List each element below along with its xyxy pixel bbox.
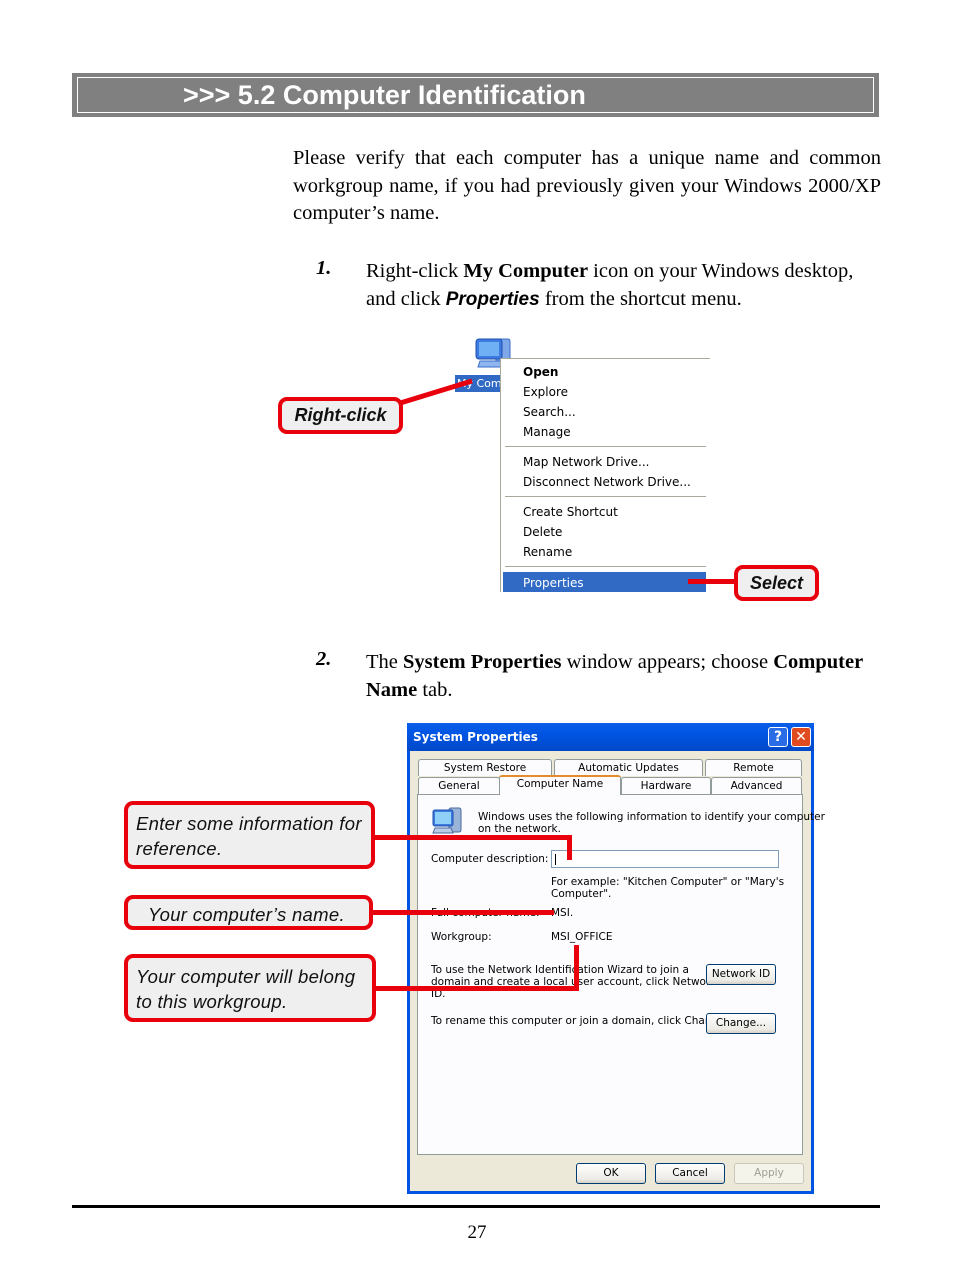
section-banner: >>> 5.2 Computer Identification bbox=[72, 73, 879, 117]
step-1-part: Right-click bbox=[366, 260, 464, 282]
full-name-value: MSI. bbox=[551, 907, 574, 919]
computer-name-panel: Windows uses the following information t… bbox=[417, 794, 825, 1155]
banner-border: >>> 5.2 Computer Identification bbox=[77, 77, 874, 113]
step-1-properties: Properties bbox=[445, 289, 540, 310]
close-button[interactable]: ✕ bbox=[791, 727, 811, 747]
page-number: 27 bbox=[467, 1222, 487, 1243]
info-text-line-2: on the network. bbox=[478, 823, 561, 835]
step-2-number: 2. bbox=[316, 648, 332, 670]
select-pointer-line bbox=[688, 579, 736, 584]
computer-name-pointer-line bbox=[372, 910, 554, 915]
context-menu: Open Explore Search... Manage Map Networ… bbox=[500, 358, 710, 592]
description-callout: Enter some information for reference. bbox=[124, 801, 375, 869]
right-click-callout: Right-click bbox=[278, 397, 403, 434]
menu-separator bbox=[505, 446, 706, 447]
workgroup-pointer-h bbox=[375, 986, 579, 991]
tab-remote[interactable]: Remote bbox=[705, 759, 802, 776]
cancel-button[interactable]: Cancel bbox=[655, 1163, 725, 1184]
workgroup-pointer-v bbox=[574, 945, 579, 991]
help-button[interactable]: ? bbox=[768, 727, 788, 747]
description-label: Computer description: bbox=[431, 853, 549, 865]
workgroup-callout: Your computer will belong to this workgr… bbox=[124, 954, 376, 1022]
menu-item-create-shortcut[interactable]: Create Shortcut bbox=[523, 502, 618, 522]
window-title: System Properties bbox=[413, 730, 538, 744]
network-id-button[interactable]: Network ID bbox=[706, 964, 776, 985]
workgroup-label: Workgroup: bbox=[431, 931, 492, 943]
tab-system-restore[interactable]: System Restore bbox=[418, 759, 552, 776]
change-text: To rename this computer or join a domain… bbox=[431, 1015, 728, 1027]
intro-paragraph: Please verify that each computer has a u… bbox=[293, 147, 881, 224]
example-line-1: For example: "Kitchen Computer" or "Mary… bbox=[551, 876, 785, 888]
step-2-text: The System Properties window appears; ch… bbox=[366, 648, 886, 704]
section-title: >>> 5.2 Computer Identification bbox=[183, 80, 586, 110]
tab-hardware[interactable]: Hardware bbox=[621, 777, 711, 794]
step-1-number: 1. bbox=[316, 257, 332, 279]
menu-item-delete[interactable]: Delete bbox=[523, 522, 562, 542]
info-text-line-1: Windows uses the following information t… bbox=[478, 811, 825, 823]
title-bar[interactable]: System Properties ? ✕ bbox=[407, 723, 814, 751]
tab-general[interactable]: General bbox=[418, 777, 500, 794]
menu-item-map-network-drive[interactable]: Map Network Drive... bbox=[523, 452, 650, 472]
step-2-system-properties: System Properties bbox=[403, 651, 562, 673]
step-1-part: from the shortcut menu. bbox=[539, 288, 742, 310]
network-computer-icon bbox=[431, 806, 465, 836]
step-1-my-computer: My Computer bbox=[463, 260, 589, 282]
text-caret bbox=[555, 854, 556, 865]
step-2-part: The bbox=[366, 651, 403, 673]
menu-item-properties[interactable]: Properties bbox=[523, 573, 584, 593]
apply-button[interactable]: Apply bbox=[734, 1163, 804, 1184]
ok-button[interactable]: OK bbox=[576, 1163, 646, 1184]
step-1-text: Right-click My Computer icon on your Win… bbox=[366, 257, 886, 314]
tab-automatic-updates[interactable]: Automatic Updates bbox=[554, 759, 703, 776]
menu-separator bbox=[505, 566, 706, 567]
network-id-text-line-1: To use the Network Identification Wizard… bbox=[431, 964, 689, 976]
tab-computer-name[interactable]: Computer Name bbox=[499, 775, 621, 795]
menu-item-explore[interactable]: Explore bbox=[523, 382, 568, 402]
description-pointer-v bbox=[567, 835, 572, 860]
step-2-part: tab. bbox=[417, 679, 453, 701]
system-properties-window: System Properties ? ✕ System Restore Aut… bbox=[407, 723, 825, 1194]
computer-name-callout: Your computer’s name. bbox=[124, 895, 373, 930]
menu-item-open[interactable]: Open bbox=[523, 362, 558, 382]
menu-item-manage[interactable]: Manage bbox=[523, 422, 571, 442]
menu-item-rename[interactable]: Rename bbox=[523, 542, 572, 562]
example-line-2: Computer". bbox=[551, 888, 612, 900]
computer-description-input[interactable] bbox=[551, 850, 779, 868]
workgroup-value: MSI_OFFICE bbox=[551, 931, 613, 943]
menu-separator bbox=[505, 496, 706, 497]
step-2-part: window appears; choose bbox=[561, 651, 774, 673]
description-pointer-h bbox=[374, 835, 572, 840]
menu-item-search[interactable]: Search... bbox=[523, 402, 576, 422]
footer-rule bbox=[72, 1205, 880, 1208]
change-button[interactable]: Change... bbox=[706, 1013, 776, 1034]
tab-advanced[interactable]: Advanced bbox=[711, 777, 802, 794]
select-callout: Select bbox=[734, 565, 819, 601]
menu-item-disconnect-network-drive[interactable]: Disconnect Network Drive... bbox=[523, 472, 691, 492]
